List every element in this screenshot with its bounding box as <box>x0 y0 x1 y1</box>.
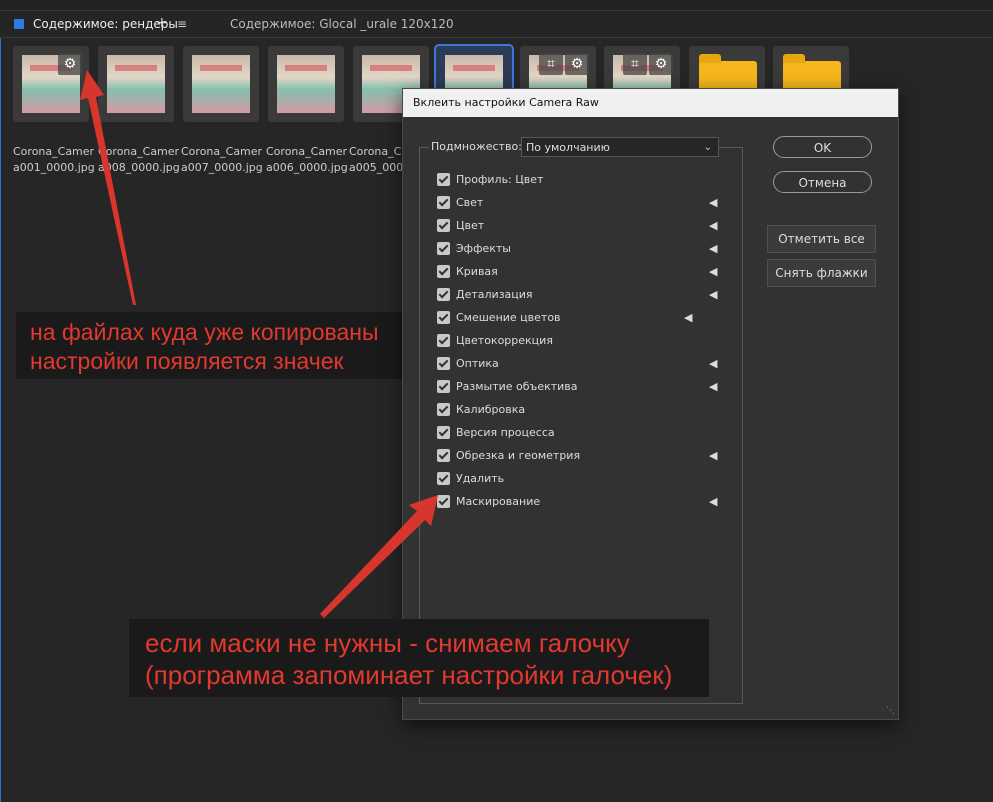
arrow-up-to-thumbnail <box>80 70 136 305</box>
annotation-arrows <box>80 70 438 618</box>
arrow-to-masking-checkbox <box>320 495 438 618</box>
